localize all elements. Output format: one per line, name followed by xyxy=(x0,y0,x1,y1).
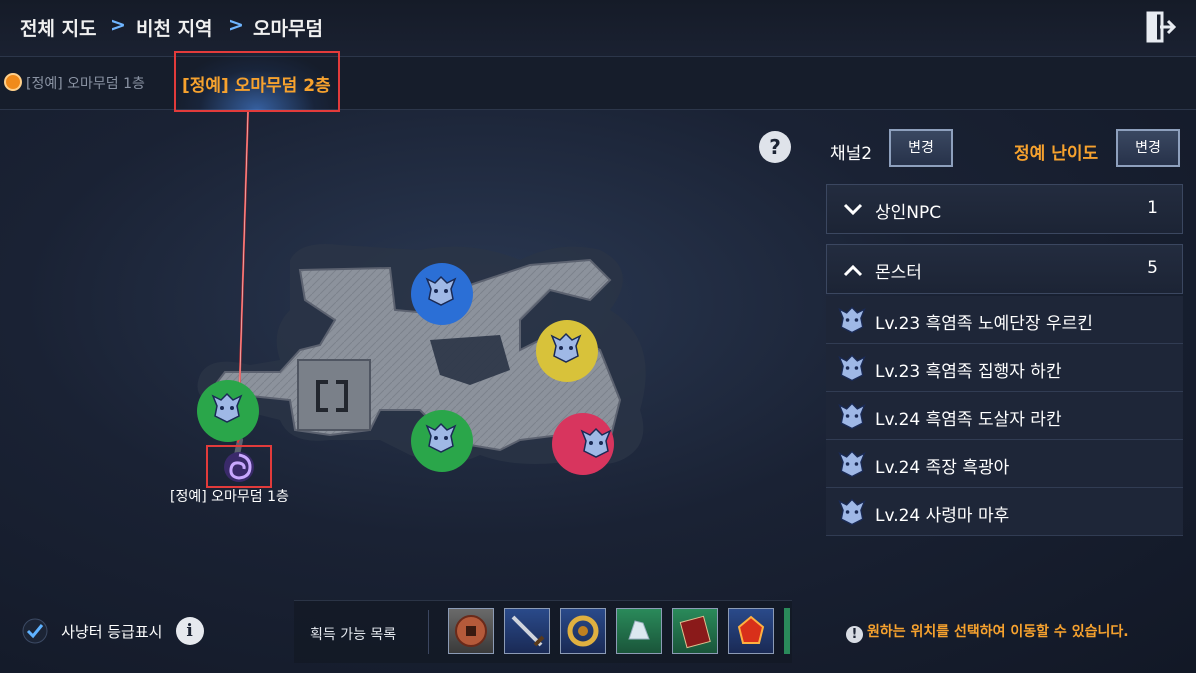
monster-name: Lv.24 사령마 마후 xyxy=(875,506,1010,526)
blue-monster-marker[interactable] xyxy=(411,263,473,325)
move-hint: ! 원하는 위치를 선택하여 이동할 수 있습니다. xyxy=(846,621,1129,643)
monster-name: Lv.24 흑염족 도살자 라칸 xyxy=(875,410,1062,430)
demon-face-icon xyxy=(838,450,866,478)
green-monster-marker-left[interactable] xyxy=(197,380,259,442)
top-bar: 전체 지도 > 비천 지역 > 오마무덤 xyxy=(0,0,1196,57)
info-icon[interactable]: i xyxy=(175,617,204,645)
divider xyxy=(428,610,429,654)
demon-face-icon xyxy=(425,422,457,453)
sword-item-icon[interactable] xyxy=(504,608,550,654)
monster-name: Lv.23 흑염족 집행자 하칸 xyxy=(875,362,1062,382)
monster-section-count: 5 xyxy=(1147,258,1158,278)
breadcrumb-world-map[interactable]: 전체 지도 xyxy=(20,14,97,41)
pink-monster-marker[interactable] xyxy=(552,413,614,475)
loot-overflow-edge xyxy=(784,608,790,654)
monster-row[interactable]: Lv.24 사령마 마후 xyxy=(826,488,1183,536)
green-monster-marker-center[interactable] xyxy=(411,410,473,472)
monster-row[interactable]: Lv.23 흑염족 집행자 하칸 xyxy=(826,344,1183,392)
coin-item-icon[interactable] xyxy=(448,608,494,654)
demon-face-icon xyxy=(211,392,243,423)
red-gem-item-icon[interactable] xyxy=(728,608,774,654)
portal-floor-1[interactable] xyxy=(206,445,272,488)
difficulty-change-button[interactable]: 변경 xyxy=(1116,129,1180,167)
demon-face-icon xyxy=(425,275,457,306)
tab-floor-2[interactable]: [정예] 오마무덤 2층 xyxy=(174,51,340,112)
gold-dragon-item-icon[interactable] xyxy=(560,608,606,654)
tab-floor-1[interactable]: [정예] 오마무덤 1층 xyxy=(4,73,145,93)
chevron-up-icon xyxy=(843,264,863,277)
demon-face-icon xyxy=(838,498,866,526)
grade-display-toggle[interactable]: 사냥터 등급표시 i xyxy=(22,617,204,645)
demon-face-icon xyxy=(838,402,866,430)
demon-face-icon xyxy=(580,427,612,458)
monster-section-header[interactable]: 몬스터 5 xyxy=(826,244,1183,294)
breadcrumb-chevron-icon: > xyxy=(110,14,126,36)
help-icon[interactable]: ? xyxy=(759,131,791,163)
move-hint-text: 원하는 위치를 선택하여 이동할 수 있습니다. xyxy=(867,624,1129,640)
floor-indicator-icon xyxy=(4,73,22,91)
dungeon-map[interactable] xyxy=(0,110,820,600)
breadcrumb-region[interactable]: 비천 지역 xyxy=(136,14,213,41)
demon-face-icon xyxy=(550,332,582,363)
crystal-item-icon[interactable] xyxy=(616,608,662,654)
monster-name: Lv.24 족장 흑광아 xyxy=(875,458,1010,478)
red-book-item-icon[interactable] xyxy=(672,608,718,654)
yellow-monster-marker[interactable] xyxy=(536,320,598,382)
monster-section-label: 몬스터 xyxy=(875,263,922,283)
loot-list-label: 획득 가능 목록 xyxy=(310,627,397,643)
demon-face-icon xyxy=(838,306,866,334)
tab-floor-1-label: [정예] 오마무덤 1층 xyxy=(26,76,145,92)
channel-change-button[interactable]: 변경 xyxy=(889,129,953,167)
monster-row[interactable]: Lv.24 족장 흑광아 xyxy=(826,440,1183,488)
difficulty-label: 정예 난이도 xyxy=(1014,144,1099,164)
tab-floor-2-label: [정예] 오마무덤 2층 xyxy=(182,76,331,96)
npc-section-header[interactable]: 상인NPC 1 xyxy=(826,184,1183,234)
exit-icon[interactable] xyxy=(1144,10,1178,44)
portal-swirl-icon xyxy=(224,452,254,482)
grade-display-label: 사냥터 등급표시 xyxy=(61,622,163,641)
npc-section-count: 1 xyxy=(1147,198,1158,218)
monster-name: Lv.23 흑염족 노예단장 우르킨 xyxy=(875,314,1093,334)
breadcrumb-current: 오마무덤 xyxy=(253,18,323,40)
breadcrumb-chevron-icon: > xyxy=(228,14,244,36)
checkbox-checked-icon[interactable] xyxy=(22,618,48,644)
monster-row[interactable]: Lv.23 흑염족 노예단장 우르킨 xyxy=(826,296,1183,344)
channel-label: 채널2 xyxy=(830,144,873,164)
chevron-down-icon xyxy=(843,203,863,216)
monster-row[interactable]: Lv.24 흑염족 도살자 라칸 xyxy=(826,392,1183,440)
npc-section-label: 상인NPC xyxy=(875,203,942,223)
portal-label: [정예] 오마무덤 1층 xyxy=(170,489,289,505)
demon-face-icon xyxy=(838,354,866,382)
alert-icon: ! xyxy=(846,626,863,643)
